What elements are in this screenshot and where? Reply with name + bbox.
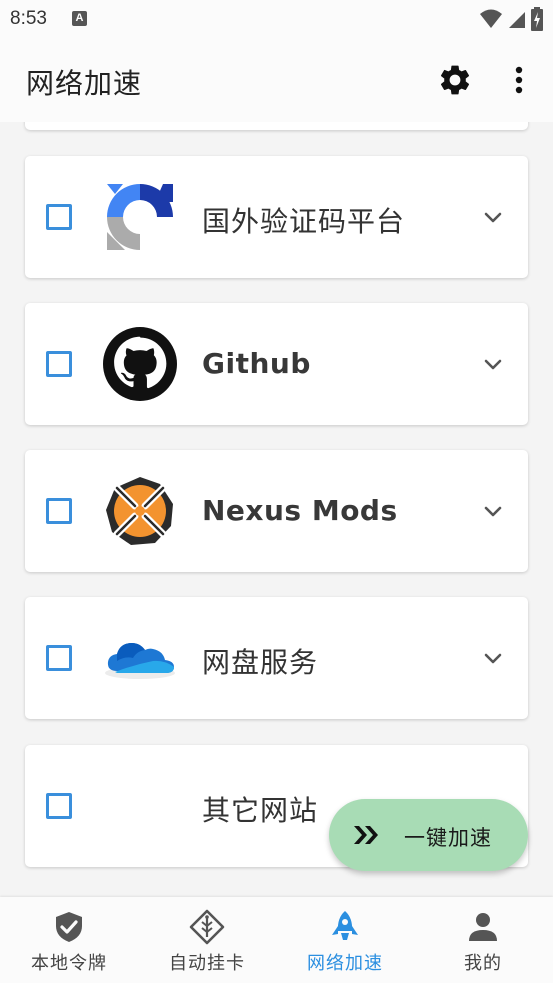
app-bar: 网络加速 — [0, 40, 553, 122]
signal-icon — [509, 12, 525, 28]
chevron-down-icon[interactable] — [481, 500, 505, 524]
item-checkbox[interactable] — [46, 645, 72, 671]
list-item[interactable]: Github — [25, 303, 528, 425]
page-title: 网络加速 — [26, 67, 143, 100]
status-indicators — [479, 6, 543, 32]
diamond-tag-icon — [189, 909, 225, 945]
double-chevron-right-icon — [354, 826, 378, 844]
nexus-mods-logo — [106, 477, 173, 545]
nav-label: 本地令牌 — [31, 953, 107, 974]
gear-icon[interactable] — [437, 62, 473, 98]
nav-item-local-token[interactable]: 本地令牌 — [0, 897, 138, 983]
status-time: 8:53 — [10, 8, 47, 29]
item-title: 国外验证码平台 — [202, 205, 406, 238]
notification-icon: A — [72, 11, 87, 26]
item-checkbox[interactable] — [46, 351, 72, 377]
nav-label: 网络加速 — [307, 953, 383, 974]
github-logo — [103, 327, 177, 401]
battery-icon — [531, 7, 543, 31]
item-title: 网盘服务 — [202, 646, 319, 679]
rocket-icon — [332, 911, 358, 940]
item-title: Github — [202, 347, 311, 380]
site-list[interactable]: 国外验证码平台 Github Nexus Mods 网盘服务 其它网站 — [0, 122, 553, 897]
nav-item-mine[interactable]: 我的 — [414, 897, 552, 983]
nav-label: 我的 — [464, 953, 502, 974]
accelerate-all-button[interactable]: 一键加速 — [329, 799, 528, 871]
shield-check-icon — [56, 912, 82, 942]
item-checkbox[interactable] — [46, 498, 72, 524]
more-vert-icon[interactable] — [503, 62, 535, 98]
item-checkbox[interactable] — [46, 793, 72, 819]
onedrive-logo — [105, 643, 175, 679]
chevron-down-icon[interactable] — [481, 647, 505, 671]
list-item[interactable]: 网盘服务 — [25, 597, 528, 719]
status-bar: 8:53 A — [0, 0, 553, 40]
item-title: Nexus Mods — [202, 494, 398, 527]
nav-item-network-accel[interactable]: 网络加速 — [276, 897, 414, 983]
person-icon — [469, 913, 497, 941]
item-title: 其它网站 — [202, 794, 319, 827]
chevron-down-icon[interactable] — [481, 206, 505, 230]
nav-label: 自动挂卡 — [169, 953, 245, 974]
recaptcha-logo — [107, 184, 173, 250]
wifi-icon — [480, 9, 502, 28]
chevron-down-icon[interactable] — [481, 353, 505, 377]
bottom-navigation: 本地令牌 自动挂卡 网络加速 我的 — [0, 897, 553, 983]
nav-item-auto-card[interactable]: 自动挂卡 — [138, 897, 276, 983]
list-item[interactable]: 国外验证码平台 — [25, 156, 528, 278]
list-item[interactable]: Nexus Mods — [25, 450, 528, 572]
item-checkbox[interactable] — [46, 204, 72, 230]
fab-label: 一键加速 — [404, 826, 492, 850]
list-item-partial — [25, 122, 528, 130]
